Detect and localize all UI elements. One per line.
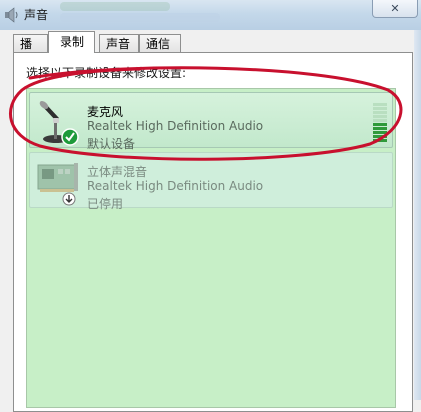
title-bar: 声音 ✕ (0, 0, 421, 30)
tab-communications[interactable]: 通信 (139, 34, 181, 52)
device-name: 立体声混音 (87, 165, 148, 179)
instruction-text: 选择以下录制设备来修改设置: (26, 66, 187, 80)
sound-card-icon (37, 163, 78, 206)
tab-label: 通信 (146, 37, 171, 51)
level-segment (373, 119, 387, 122)
level-meter (373, 103, 387, 143)
device-item-microphone[interactable]: 麦克风 Realtek High Definition Audio 默认设备 (29, 92, 393, 151)
level-segment (373, 115, 387, 118)
level-segment (373, 103, 387, 106)
device-name: 麦克风 (87, 105, 124, 119)
level-segment (373, 127, 387, 130)
recording-device-list[interactable]: 麦克风 Realtek High Definition Audio 默认设备 立… (26, 88, 396, 408)
tab-label: 声音 (106, 37, 131, 51)
background-blur (60, 2, 170, 11)
background-blur (60, 13, 220, 22)
microphone-icon (39, 101, 79, 146)
device-status: 已停用 (87, 197, 124, 211)
tab-label: 录制 (60, 35, 85, 49)
device-item-stereo-mix[interactable]: 立体声混音 Realtek High Definition Audio 已停用 (29, 152, 393, 211)
tab-recording[interactable]: 录制 (48, 31, 95, 53)
device-status: 默认设备 (87, 137, 136, 151)
tab-playback[interactable]: 播放 (13, 34, 48, 69)
tab-strip: 播放 录制 声音 通信 (13, 31, 413, 69)
level-segment (373, 107, 387, 110)
close-button[interactable]: ✕ (372, 0, 418, 18)
level-segment (373, 135, 387, 138)
window-frame (414, 30, 421, 400)
close-icon: ✕ (390, 2, 400, 15)
level-segment (373, 123, 387, 126)
level-segment (373, 111, 387, 114)
level-segment (373, 131, 387, 134)
window-title: 声音 (24, 8, 49, 22)
tab-sounds[interactable]: 声音 (99, 34, 139, 52)
device-driver: Realtek High Definition Audio (87, 119, 264, 133)
device-driver: Realtek High Definition Audio (87, 179, 264, 193)
speaker-icon (5, 7, 18, 23)
level-segment (373, 139, 387, 142)
